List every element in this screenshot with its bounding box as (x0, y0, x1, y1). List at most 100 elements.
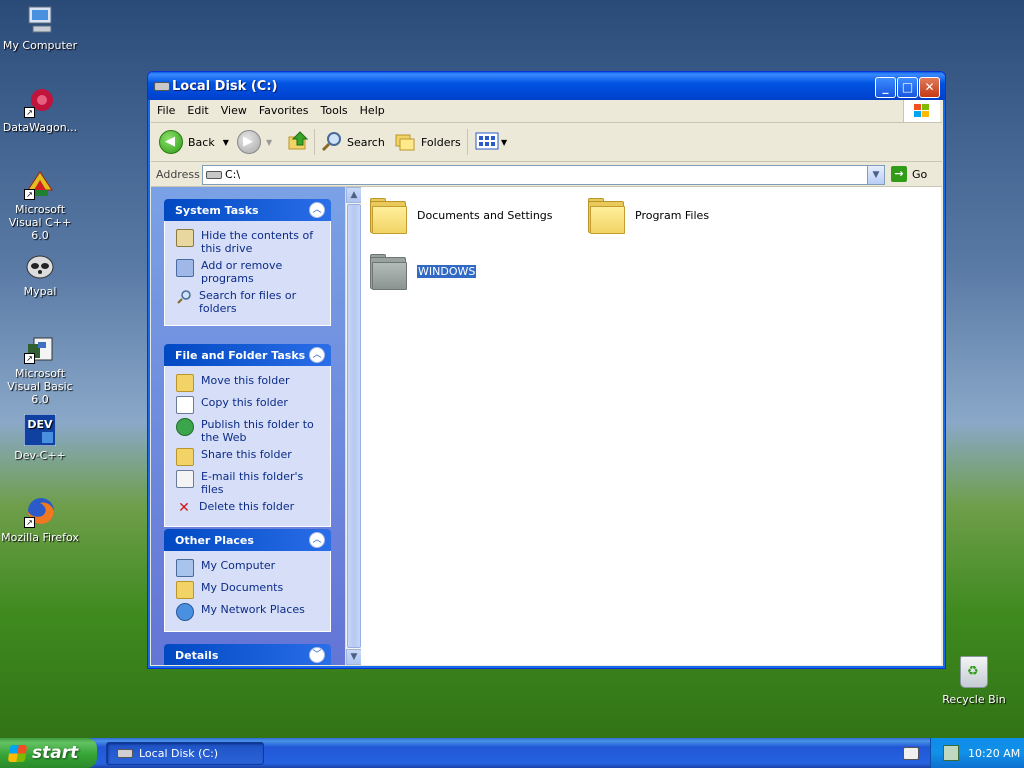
menu-help[interactable]: Help (354, 100, 391, 117)
task-label: Hide the contents of this drive (201, 229, 314, 255)
recycle-bin-icon: ♻ (960, 656, 988, 688)
task-copy-folder[interactable]: Copy this folder (176, 396, 322, 414)
file-folder-tasks-header[interactable]: File and Folder Tasks ︿ (164, 344, 331, 366)
menu-view[interactable]: View (215, 100, 253, 117)
folders-button[interactable]: Folders (394, 129, 461, 155)
task-hide-drive-contents[interactable]: Hide the contents of this drive (176, 229, 322, 255)
task-search-files[interactable]: Search for files or folders (176, 289, 322, 315)
taskbar-window-label: Local Disk (C:) (139, 747, 219, 760)
desktop-icon-recycle-bin[interactable]: ♻ Recycle Bin (936, 656, 1012, 706)
scroll-up-icon[interactable]: ▲ (346, 187, 362, 203)
up-folder-button[interactable] (287, 129, 309, 155)
panel-title: Other Places (175, 534, 254, 547)
task-publish-folder[interactable]: Publish this folder to the Web (176, 418, 322, 444)
task-move-folder[interactable]: Move this folder (176, 374, 322, 392)
publish-web-icon (176, 418, 194, 436)
start-button[interactable]: start (0, 738, 97, 768)
expand-chevron-icon[interactable]: ﹀ (309, 647, 325, 663)
address-value: C:\ (225, 168, 241, 181)
close-button[interactable]: ✕ (919, 77, 940, 98)
system-tasks-panel: System Tasks ︿ Hide the contents of this… (164, 199, 331, 326)
folder-icon (369, 197, 407, 234)
address-dropdown-icon[interactable]: ▼ (867, 166, 884, 184)
clock[interactable]: 10:20 AM (968, 747, 1020, 760)
desktop-icon-visual-cpp[interactable]: ↗ Microsoft Visual C++ 6.0 (0, 168, 80, 242)
minimize-button[interactable]: _ (875, 77, 896, 98)
task-label: Search for files or folders (199, 289, 297, 315)
drive-icon (117, 749, 133, 758)
task-label: Share this folder (201, 448, 292, 461)
email-icon (176, 470, 194, 488)
task-delete-folder[interactable]: ✕ Delete this folder (176, 500, 322, 516)
forward-dropdown-icon[interactable]: ▼ (266, 138, 272, 147)
panel-body: Move this folder Copy this folder Publis… (164, 366, 331, 527)
views-icon (475, 130, 499, 155)
details-panel: Details ﹀ (164, 644, 331, 665)
back-dropdown-icon[interactable]: ▼ (223, 138, 229, 147)
file-folder-tasks-panel: File and Folder Tasks ︿ Move this folder… (164, 344, 331, 527)
task-email-files[interactable]: E-mail this folder's files (176, 470, 322, 496)
desktop-icon-my-computer[interactable]: My Computer (0, 4, 80, 52)
taskbar-window-local-disk[interactable]: Local Disk (C:) (106, 742, 264, 765)
dev-cpp-icon: DEV (23, 413, 57, 447)
task-share-folder[interactable]: Share this folder (176, 448, 322, 466)
desktop-icon-dev-cpp[interactable]: DEV Dev-C++ (0, 413, 80, 462)
shortcut-arrow-icon: ↗ (24, 353, 35, 364)
views-dropdown-icon[interactable]: ▼ (501, 138, 507, 147)
search-button[interactable]: Search (321, 129, 385, 155)
folder-item-documents-and-settings[interactable]: Documents and Settings (369, 197, 553, 234)
add-remove-programs-icon (176, 259, 194, 277)
details-header[interactable]: Details ﹀ (164, 644, 331, 665)
maximize-button[interactable]: □ (897, 77, 918, 98)
collapse-chevron-icon[interactable]: ︿ (309, 202, 325, 218)
scroll-down-icon[interactable]: ▼ (346, 649, 362, 665)
forward-button[interactable]: ▶ ▼ (237, 129, 272, 155)
go-button[interactable]: → Go (891, 165, 927, 183)
desktop-icon-label: DataWagon... (2, 121, 78, 134)
windows-logo-icon (903, 100, 940, 122)
place-my-documents[interactable]: My Documents (176, 581, 322, 599)
place-label: My Computer (201, 559, 276, 572)
folders-icon (394, 130, 416, 155)
desktop-icon-mypal[interactable]: Mypal (0, 250, 80, 298)
folder-item-windows[interactable]: WINDOWS (369, 253, 478, 290)
back-button[interactable]: ◀ Back ▼ (159, 129, 229, 155)
views-button[interactable]: ▼ (475, 129, 507, 155)
desktop-icon-label: Dev-C++ (14, 449, 66, 462)
task-label: Publish this folder to the Web (201, 418, 314, 444)
task-add-remove-programs[interactable]: Add or remove programs (176, 259, 322, 285)
panel-body: My Computer My Documents My Network Plac… (164, 551, 331, 632)
task-pane-scrollbar[interactable]: ▲ ▼ (345, 187, 362, 665)
system-tray: 10:20 AM (930, 738, 1024, 768)
menu-tools[interactable]: Tools (315, 100, 354, 117)
scroll-thumb[interactable] (347, 204, 361, 648)
windows-flag-icon (7, 744, 28, 762)
menu-edit[interactable]: Edit (181, 100, 214, 117)
desktop-icon-datawagon[interactable]: ↗ DataWagon... (0, 86, 80, 134)
mypal-icon (24, 250, 56, 282)
other-places-header[interactable]: Other Places ︿ (164, 529, 331, 551)
place-my-computer[interactable]: My Computer (176, 559, 322, 577)
menu-bar: File Edit View Favorites Tools Help (151, 100, 942, 123)
place-label: My Documents (201, 581, 284, 594)
desktop-icon-visual-basic[interactable]: ↗ Microsoft Visual Basic 6.0 (0, 332, 80, 406)
safely-remove-hardware-icon[interactable] (943, 745, 959, 761)
hide-contents-icon (176, 229, 194, 247)
desktop-icon-firefox[interactable]: ↗ Mozilla Firefox (0, 496, 80, 544)
desktop-icon-label: My Computer (2, 39, 78, 52)
keyboard-icon[interactable] (903, 747, 919, 760)
search-icon (176, 289, 192, 305)
address-input[interactable]: C:\ ▼ (202, 165, 885, 185)
collapse-chevron-icon[interactable]: ︿ (309, 347, 325, 363)
menu-file[interactable]: File (151, 100, 181, 117)
folder-item-program-files[interactable]: Program Files (587, 197, 709, 234)
delete-x-icon: ✕ (178, 500, 190, 516)
collapse-chevron-icon[interactable]: ︿ (309, 532, 325, 548)
system-tasks-header[interactable]: System Tasks ︿ (164, 199, 331, 221)
toolbar-separator (467, 129, 468, 155)
task-label: Add or remove programs (201, 259, 283, 285)
search-icon (321, 130, 343, 155)
place-my-network-places[interactable]: My Network Places (176, 603, 322, 621)
menu-favorites[interactable]: Favorites (253, 100, 315, 117)
title-bar[interactable]: Local Disk (C:) _ □ ✕ (148, 72, 945, 100)
